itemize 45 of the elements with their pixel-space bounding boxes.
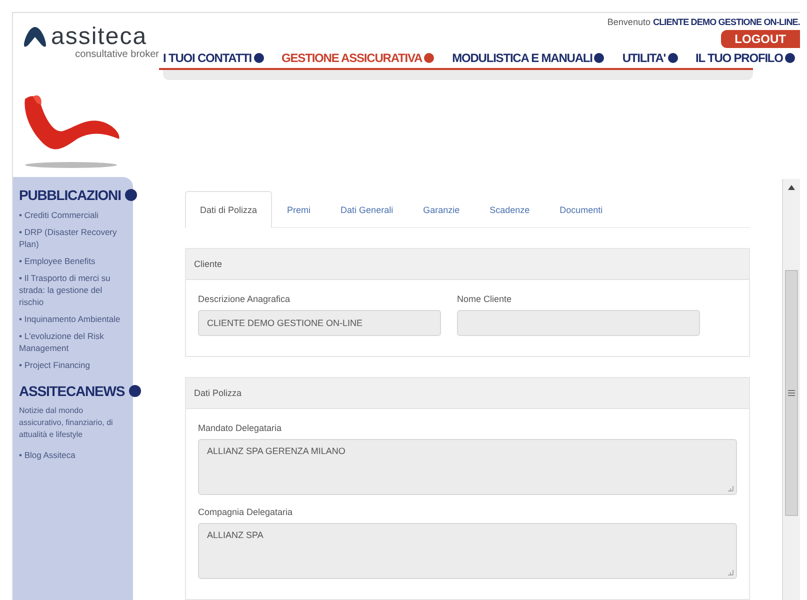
- nav-item[interactable]: UTILITA': [622, 51, 678, 65]
- sidebar-link[interactable]: • Crediti Commerciali: [19, 209, 127, 221]
- sidebar-heading: PUBBLICAZIONI: [19, 187, 121, 203]
- grip-icon: [788, 390, 795, 396]
- field-label: Descrizione Anagrafica: [198, 294, 292, 304]
- logo-tagline: consultative broker: [75, 49, 159, 60]
- sidebar-link[interactable]: • Il Trasporto di merci su strada: la gestione del rischio: [19, 272, 127, 308]
- resize-grip-icon[interactable]: [727, 485, 734, 492]
- tab[interactable]: Scadenze: [474, 191, 545, 228]
- sidebar-heading: ASSITECANEWS: [19, 383, 125, 399]
- scroll-thumb[interactable]: [785, 270, 798, 516]
- sidebar-description: Notizie dal mondo assicurativo, finanziario, di attualità e lifestyle: [19, 405, 114, 441]
- nav-item[interactable]: MODULISTICA E MANUALI: [452, 51, 604, 65]
- field-label: Mandato Delegataria: [198, 423, 283, 433]
- tab[interactable]: Documenti: [544, 191, 618, 228]
- resize-grip-icon[interactable]: [727, 569, 734, 576]
- sidebar-link[interactable]: • Inquinamento Ambientale: [19, 313, 127, 325]
- text-field[interactable]: CLIENTE DEMO GESTIONE ON-LINE: [198, 310, 441, 336]
- sidebar-link[interactable]: • L'evoluzione del Risk Management: [19, 330, 127, 354]
- text-area[interactable]: ALLIANZ SPA GERENZA MILANO: [198, 439, 737, 495]
- tab[interactable]: Dati Generali: [326, 191, 408, 228]
- scroll-up-icon[interactable]: [788, 185, 795, 190]
- welcome-text: Benvenuto CLIENTE DEMO GESTIONE ON-LINE.: [607, 17, 800, 27]
- nav-item[interactable]: IL TUO PROFILO: [696, 51, 795, 65]
- panel-heading: Dati Polizza: [186, 378, 749, 409]
- text-field[interactable]: [457, 310, 700, 336]
- tab[interactable]: Dati di Polizza: [185, 191, 272, 228]
- tab[interactable]: Premi: [272, 191, 326, 228]
- text-area[interactable]: ALLIANZ SPA: [198, 523, 737, 579]
- logo-wordmark: assiteca: [51, 25, 148, 49]
- sidebar-link[interactable]: • Blog Assiteca: [19, 449, 127, 461]
- nav-item[interactable]: I TUOI CONTATTI: [163, 51, 264, 65]
- scrollbar[interactable]: [782, 179, 800, 600]
- field-label: Compagnia Delegataria: [198, 507, 294, 517]
- dot-icon: [128, 385, 141, 397]
- panel-heading: Cliente: [186, 249, 749, 280]
- logo-icon: [23, 26, 47, 48]
- dot-icon: [124, 189, 137, 201]
- tab[interactable]: Garanzie: [408, 191, 475, 228]
- field-label: Nome Cliente: [457, 294, 513, 304]
- sidebar-link[interactable]: • Employee Benefits: [19, 255, 127, 267]
- nav-item[interactable]: GESTIONE ASSICURATIVA: [282, 51, 434, 65]
- sidebar-link[interactable]: • DRP (Disaster Recovery Plan): [19, 226, 127, 250]
- logout-button[interactable]: LOGOUT: [720, 30, 800, 48]
- sidebar-link[interactable]: • Project Financing: [19, 359, 127, 371]
